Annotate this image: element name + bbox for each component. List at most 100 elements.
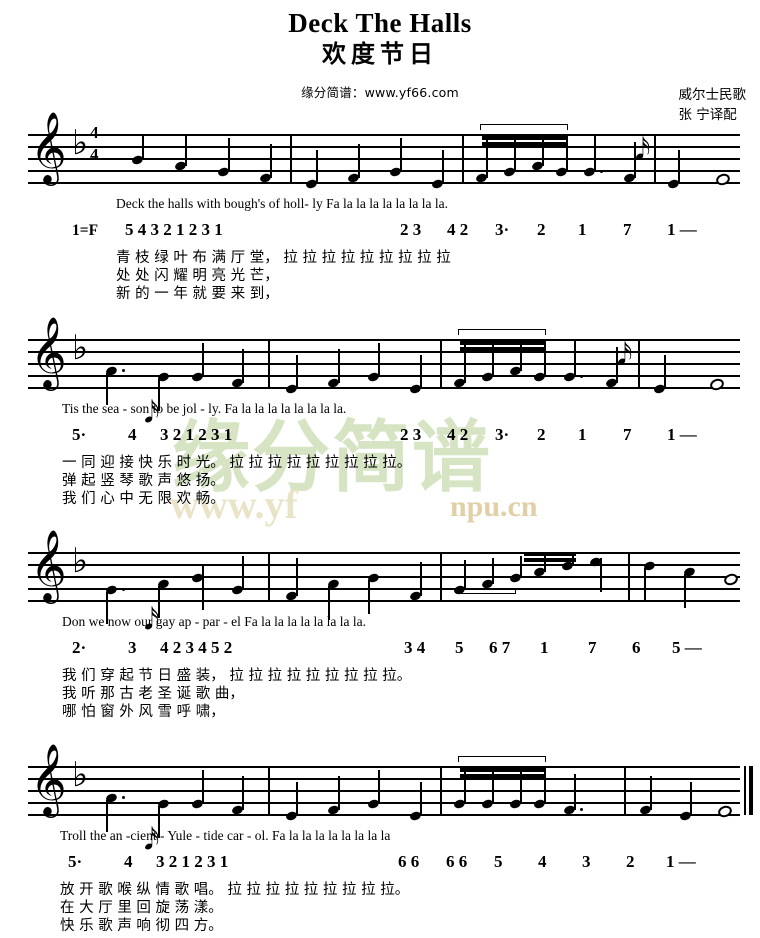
lyric-row-english: Deck the halls with bough's of holl- ly … xyxy=(0,196,760,220)
jianpu-beamed-f: 6 7 xyxy=(489,638,511,657)
jianpu-beamed-d: 2 3 xyxy=(400,425,422,444)
jianpu-beamed-e: 6 6 xyxy=(446,852,468,871)
lyric-chinese-verse-3: 快 乐 歌 声 响 彻 四 方。 xyxy=(60,918,223,934)
barline xyxy=(268,339,270,388)
jianpu-row: 2· 3 4 2 3 4 5 2 3 4 5 6 7 1 7 6 5 — xyxy=(0,638,760,664)
treble-clef-icon: 𝄞 xyxy=(30,528,67,601)
lyric-row-chinese-3: 哪 怕 窗 外 风 雪 呼 啸， xyxy=(0,700,760,720)
lyric-row-chinese-1: 一 同 迎 接 快 乐 时 光。 拉 拉 拉 拉 拉 拉 拉 拉 拉。 xyxy=(0,451,760,471)
staff-4: 𝄞 ♭ 𝅘𝅥𝅯 xyxy=(28,748,753,855)
jianpu-f: 3· xyxy=(495,425,510,444)
barline xyxy=(440,766,442,815)
staff-2: 𝄞 ♭ 𝅘𝅥𝅯 𝅘𝅥𝅯 xyxy=(28,321,740,428)
jianpu-h: 1 xyxy=(578,425,587,444)
jianpu-row: 5· 4 3 2 1 2 3 1 6 6 6 6 5 4 3 2 1 — xyxy=(0,852,760,878)
beam xyxy=(460,341,544,345)
lyric-english: Deck the halls with bough's of holl- ly … xyxy=(116,196,448,211)
jianpu-row: 5· 4 3 2 1 2 3 1 2 3 4 2 3· 2 1 7 1 — xyxy=(0,425,760,451)
lyric-row-chinese-3: 快 乐 歌 声 响 彻 四 方。 xyxy=(0,914,760,934)
jianpu-beamed-b: 3 xyxy=(128,638,137,657)
lyric-row-chinese-1: 我 们 穿 起 节 日 盛 装， 拉 拉 拉 拉 拉 拉 拉 拉 拉。 xyxy=(0,664,760,684)
beam-bracket xyxy=(480,124,568,130)
page-title: Deck The Halls 欢度节日 缘分简谱：www.yf66.com xyxy=(0,0,760,101)
beam xyxy=(482,136,566,140)
jianpu-beamed-d: 3 4 xyxy=(404,638,426,657)
jianpu-beamed-b: 4 2 xyxy=(447,220,469,239)
jianpu-beamed-d: 6 6 xyxy=(398,852,420,871)
barline xyxy=(624,766,626,815)
lyric-row-chinese-3: 新 的 一 年 就 要 来 到， xyxy=(0,282,760,302)
source-website: 缘分简谱：www.yf66.com xyxy=(301,84,459,100)
key-label: 1=F xyxy=(72,222,99,239)
jianpu-g: 4 xyxy=(538,852,547,871)
jianpu-c: 3· xyxy=(495,220,510,239)
jianpu-beamed-b: 4 xyxy=(124,852,133,871)
final-barline xyxy=(744,766,753,815)
beam xyxy=(460,768,544,772)
barline xyxy=(268,766,270,815)
flat-key-signature-icon: ♭ xyxy=(72,541,89,581)
jianpu-i: 6 xyxy=(632,638,641,657)
jianpu-i: 2 xyxy=(626,852,635,871)
jianpu-beamed-d: 2 xyxy=(537,220,546,239)
barline xyxy=(290,134,292,183)
system-1: 𝄞 ♭ 4 4 𝅘𝅥𝅯 Deck the halls with bough's of… xyxy=(0,116,760,302)
flat-key-signature-icon: ♭ xyxy=(72,755,89,795)
jianpu-left: 5 4 3 2 1 2 3 1 xyxy=(125,220,223,239)
lyric-row-chinese-2: 我 听 那 古 老 圣 诞 歌 曲， xyxy=(0,682,760,702)
lyric-row-chinese-2: 弹 起 竖 琴 歌 声 悠 扬。 xyxy=(0,469,760,489)
beam xyxy=(524,552,576,556)
lyric-row-english: Troll the an -cient - Yule - tide car - … xyxy=(0,828,760,852)
jianpu-j: 1 — xyxy=(666,852,696,871)
barline xyxy=(268,552,270,601)
beam xyxy=(482,142,566,146)
eighth-flag-icon: 𝅘𝅥𝅯 xyxy=(635,132,651,167)
jianpu-beamed-a: 2 3 xyxy=(400,220,422,239)
lyric-row-chinese-1: 放 开 歌 喉 纵 情 歌 唱。 拉 拉 拉 拉 拉 拉 拉 拉 拉。 xyxy=(0,878,760,898)
lyric-row-english: Tis the sea - son to be jol - ly. Fa la … xyxy=(0,401,760,425)
jianpu-c: 4 2 3 4 5 2 xyxy=(160,638,233,657)
jianpu-j: 1 — xyxy=(667,425,697,444)
barline xyxy=(654,134,656,183)
lyric-english: Tis the sea - son to be jol - ly. Fa la … xyxy=(62,401,347,416)
jianpu-g: 1 — xyxy=(667,220,697,239)
treble-clef-icon: 𝄞 xyxy=(30,742,67,815)
credit-origin: 威尔士民歌 xyxy=(678,87,747,103)
jianpu-e: 5 xyxy=(455,638,464,657)
system-4: 𝄞 ♭ 𝅘𝅥𝅯 Troll the an -cient - Yule - tide … xyxy=(0,748,760,934)
eighth-flag-icon: 𝅘𝅥𝅯 xyxy=(617,337,633,372)
jianpu-a: 2· xyxy=(72,638,87,657)
staff-3: 𝄞 ♭ 𝅘𝅥𝅯 xyxy=(28,534,740,635)
title-english: Deck The Halls xyxy=(288,8,472,38)
jianpu-beamed-g: 2 xyxy=(537,425,546,444)
system-2: 𝄞 ♭ 𝅘𝅥𝅯 𝅘𝅥𝅯 Tis the sea - son to be jol - ly… xyxy=(0,321,760,507)
beam xyxy=(460,774,544,778)
beam xyxy=(460,347,544,351)
time-signature: 4 4 xyxy=(90,122,99,166)
jianpu-h: 3 xyxy=(582,852,591,871)
beam-bracket xyxy=(458,588,516,594)
jianpu-f: 5 xyxy=(494,852,503,871)
lyric-chinese-verse-3: 哪 怕 窗 外 风 雪 呼 啸， xyxy=(62,704,225,720)
time-signature-bottom: 4 xyxy=(90,145,99,164)
lyric-row-chinese-3: 我 们 心 中 无 限 欢 畅。 xyxy=(0,487,760,507)
lyric-english: Don we now our gay ap - par - el Fa la l… xyxy=(62,614,367,629)
barline xyxy=(440,552,442,601)
lyric-row-english: Don we now our gay ap - par - el Fa la l… xyxy=(0,614,760,638)
lyric-row-chinese-1: 青 枝 绿 叶 布 满 厅 堂， 拉 拉 拉 拉 拉 拉 拉 拉 拉 xyxy=(0,246,760,266)
barline xyxy=(440,339,442,388)
jianpu-beamed-e: 4 2 xyxy=(447,425,469,444)
sheet-music-page: Deck The Halls 欢度节日 缘分简谱：www.yf66.com 威尔… xyxy=(0,0,760,938)
lyric-row-chinese-2: 处 处 闪 耀 明 亮 光 芒， xyxy=(0,264,760,284)
system-3: 𝄞 ♭ 𝅘𝅥𝅯 Don we now our gay ap - par - el F… xyxy=(0,534,760,720)
lyric-chinese-verse-3: 新 的 一 年 就 要 来 到， xyxy=(116,286,279,302)
staff-1: 𝄞 ♭ 4 4 𝅘𝅥𝅯 xyxy=(28,116,740,196)
barline xyxy=(628,552,630,601)
beam-bracket xyxy=(458,329,546,335)
flat-key-signature-icon: ♭ xyxy=(72,123,89,163)
treble-clef-icon: 𝄞 xyxy=(30,315,67,388)
title-chinese: 欢度节日 xyxy=(322,40,438,69)
jianpu-row: 1=F 5 4 3 2 1 2 3 1 2 3 4 2 3· 2 1 7 1 — xyxy=(0,220,760,246)
flat-key-signature-icon: ♭ xyxy=(72,328,89,368)
staff-lines xyxy=(28,766,740,816)
